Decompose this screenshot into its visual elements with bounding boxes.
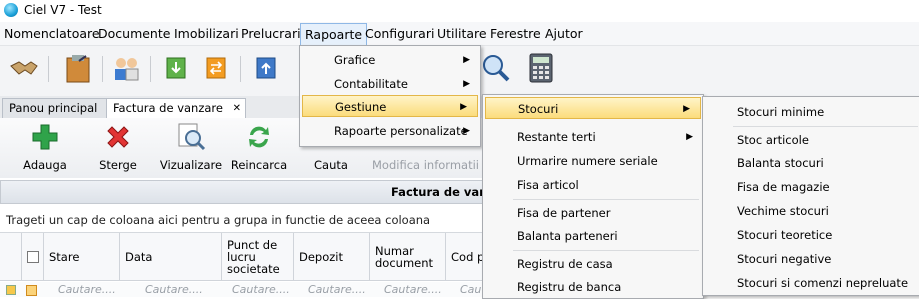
menu-bar: Nomenclatoare Documente Imobilizari Prel… [0, 22, 919, 47]
view-button[interactable]: Vizualizare [156, 120, 226, 172]
window-title: Ciel V7 - Test [24, 3, 102, 17]
column-stare[interactable]: Stare [44, 233, 120, 281]
menu-item-registru-de-casa[interactable]: Registru de casa [483, 253, 703, 275]
tab-label: Panou principal [9, 101, 98, 115]
view-label: Vizualizare [159, 158, 223, 172]
delete-button[interactable]: Sterge [83, 120, 153, 172]
menu-rapoarte[interactable]: Rapoarte [300, 23, 368, 47]
stocuri-menu: Stocuri minime Stoc articole Balanta sto… [702, 96, 919, 296]
menu-item-rapoarte-personalizate[interactable]: Rapoarte personalizate ▶ [300, 120, 480, 142]
select-all-checkbox[interactable] [22, 233, 44, 281]
reload-button[interactable]: Reincarca [224, 120, 294, 172]
filter-data-input[interactable]: Cautare.... [145, 283, 203, 296]
gestiune-menu: Stocuri ▶ Restante terti ▶ Urmarire numere… [482, 94, 704, 299]
app-icon [4, 3, 18, 17]
search-report-icon[interactable] [480, 52, 512, 84]
column-numar-document[interactable]: Numar document [370, 233, 446, 281]
menu-item-fisa-de-magazie[interactable]: Fisa de magazie [703, 176, 919, 198]
menu-item-stocuri-si-comenzi-nepreluate[interactable]: Stocuri si comenzi nepreluate [703, 272, 919, 294]
calculator-icon[interactable] [525, 52, 557, 84]
add-label: Adauga [23, 158, 67, 172]
search-label: Cauta [314, 158, 348, 172]
tab-label: Factura de vanzare [113, 101, 223, 115]
filter-punct-input[interactable]: Cautare.... [232, 283, 290, 296]
menu-utilitare[interactable]: Utilitare [437, 26, 487, 41]
menu-item-stocuri-teoretice[interactable]: Stocuri teoretice [703, 224, 919, 246]
row-checkbox[interactable] [26, 285, 37, 296]
import-icon[interactable] [160, 52, 192, 84]
filter-numar-input[interactable]: Cautare.... [384, 283, 442, 296]
refresh-icon [244, 122, 274, 152]
column-depozit[interactable]: Depozit [294, 233, 370, 281]
tab-panou-principal[interactable]: Panou principal [2, 98, 114, 118]
group-hint-text: Trageti un cap de coloana aici pentru a … [6, 213, 431, 227]
menu-item-fisa-de-partener[interactable]: Fisa de partener [483, 202, 703, 224]
menu-configurari[interactable]: Configurari [365, 26, 434, 41]
menu-imobilizari[interactable]: Imobilizari [174, 26, 239, 41]
menu-item-stocuri[interactable]: Stocuri ▶ [485, 97, 701, 119]
filter-icon [6, 285, 16, 295]
menu-item-gestiune[interactable]: Gestiune ▶ [302, 95, 478, 117]
menu-item-stocuri-negative[interactable]: Stocuri negative [703, 248, 919, 270]
title-bar: Ciel V7 - Test [0, 0, 919, 22]
delete-label: Sterge [99, 158, 137, 172]
column-punct-lucru[interactable]: Punct de lucru societate [222, 233, 294, 281]
row-indicator-header [0, 233, 22, 281]
add-button[interactable]: Adauga [10, 120, 80, 172]
filter-stare-input[interactable]: Cautare.... [58, 283, 116, 296]
menu-item-urmarire-numere-seriale[interactable]: Urmarire numere seriale [483, 150, 703, 172]
clipboard-icon[interactable] [62, 52, 94, 84]
menu-item-vechime-stocuri[interactable]: Vechime stocuri [703, 200, 919, 222]
menu-item-contabilitate[interactable]: Contabilitate ▶ [300, 73, 480, 95]
close-icon[interactable]: ✕ [233, 99, 241, 118]
menu-prelucrari[interactable]: Prelucrari [241, 26, 301, 41]
column-data[interactable]: Data [120, 233, 222, 281]
menu-item-balanta-stocuri[interactable]: Balanta stocuri [703, 152, 919, 174]
menu-item-balanta-parteneri[interactable]: Balanta parteneri [483, 225, 703, 247]
menu-item-stocuri-minime[interactable]: Stocuri minime [703, 101, 919, 123]
users-icon[interactable] [110, 52, 142, 84]
handshake-icon[interactable] [8, 52, 40, 84]
tab-factura-vanzare[interactable]: Factura de vanzare ✕ [106, 98, 246, 119]
plus-icon [30, 122, 60, 152]
transfer-icon[interactable] [200, 52, 232, 84]
rapoarte-menu: Grafice ▶ Contabilitate ▶ Gestiune ▶ Rapoar… [299, 45, 481, 147]
menu-ferestre[interactable]: Ferestre [490, 26, 541, 41]
filter-cod-input[interactable]: Cau [460, 283, 481, 296]
menu-documente[interactable]: Documente [98, 26, 170, 41]
menu-item-restante-terti[interactable]: Restante terti ▶ [483, 126, 703, 148]
reload-label: Reincarca [230, 158, 288, 172]
menu-ajutor[interactable]: Ajutor [545, 26, 583, 41]
delete-icon [103, 122, 133, 152]
magnifier-icon [176, 122, 206, 152]
upload-icon[interactable] [250, 52, 282, 84]
menu-item-stoc-articole[interactable]: Stoc articole [703, 129, 919, 151]
checkbox-icon [26, 250, 39, 263]
menu-item-registru-de-banca[interactable]: Registru de banca [483, 276, 703, 298]
filter-depozit-input[interactable]: Cautare.... [308, 283, 366, 296]
menu-item-grafice[interactable]: Grafice ▶ [300, 49, 480, 71]
menu-nomenclatoare[interactable]: Nomenclatoare [4, 26, 100, 41]
modify-info-label: Modifica informatii [372, 158, 479, 172]
menu-item-fisa-articol[interactable]: Fisa articol [483, 174, 703, 196]
